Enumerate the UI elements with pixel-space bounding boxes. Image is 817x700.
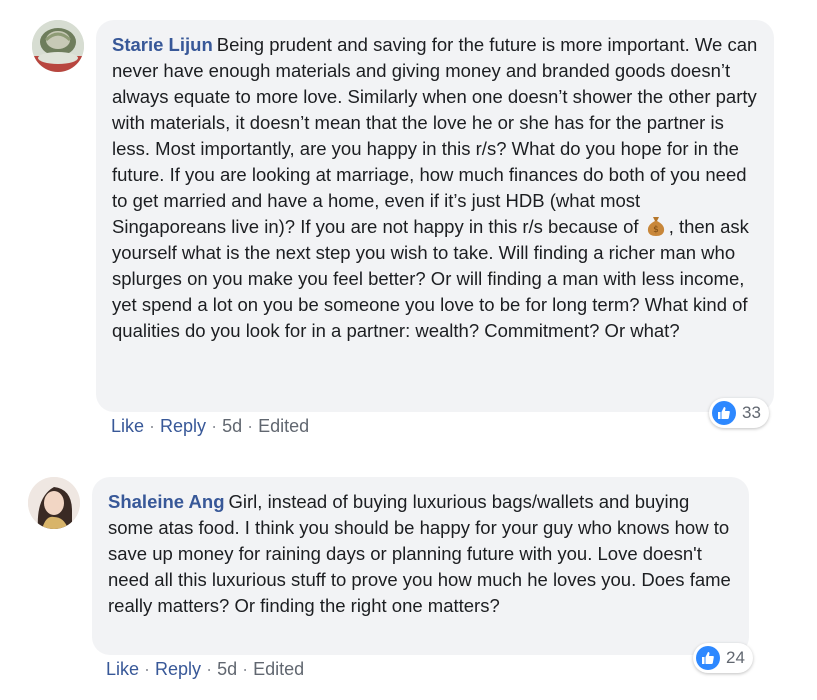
separator: · (242, 659, 249, 679)
timestamp[interactable]: 5d (222, 416, 242, 436)
avatar[interactable] (32, 20, 84, 72)
edited-label[interactable]: Edited (258, 416, 309, 436)
avatar-image-icon (32, 20, 84, 72)
timestamp[interactable]: 5d (217, 659, 237, 679)
separator: · (211, 416, 218, 436)
comment-body-part-1: Being prudent and saving for the future … (112, 34, 758, 237)
separator: · (144, 659, 151, 679)
comment-text: Starie Lijun Being prudent and saving for… (112, 32, 758, 344)
reaction-count: 24 (726, 648, 745, 667)
svg-text:$: $ (653, 225, 659, 235)
money-bag-icon: $ (647, 217, 664, 236)
reaction-count: 33 (742, 403, 761, 422)
like-reaction-icon (696, 646, 720, 670)
reaction-summary[interactable]: 33 (709, 398, 769, 428)
avatar-image-icon (28, 477, 80, 529)
separator: · (247, 416, 254, 436)
separator: · (149, 416, 156, 436)
edited-label[interactable]: Edited (253, 659, 304, 679)
comment-actions: Like · Reply · 5d · Edited (106, 659, 304, 680)
like-reaction-icon (712, 401, 736, 425)
author-name[interactable]: Starie Lijun (112, 34, 213, 55)
separator: · (206, 659, 213, 679)
like-link[interactable]: Like (106, 659, 139, 679)
like-link[interactable]: Like (111, 416, 144, 436)
comment-text: Shaleine Ang Girl, instead of buying luxu… (108, 489, 733, 619)
avatar[interactable] (28, 477, 80, 529)
comment-actions: Like · Reply · 5d · Edited (111, 416, 309, 437)
reply-link[interactable]: Reply (160, 416, 206, 436)
comment-bubble: Starie Lijun Being prudent and saving for… (96, 20, 774, 412)
comment-bubble: Shaleine Ang Girl, instead of buying luxu… (92, 477, 749, 655)
reaction-summary[interactable]: 24 (693, 643, 753, 673)
author-name[interactable]: Shaleine Ang (108, 491, 225, 512)
reply-link[interactable]: Reply (155, 659, 201, 679)
